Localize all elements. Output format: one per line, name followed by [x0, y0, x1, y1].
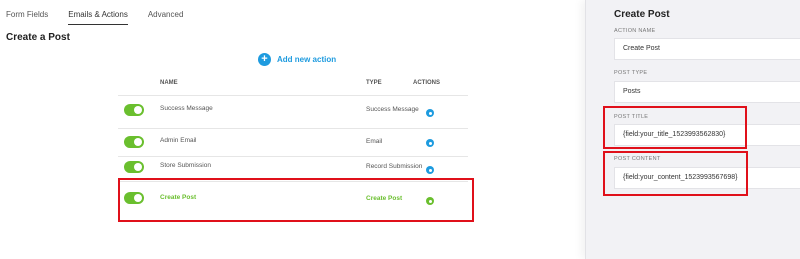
- settings-gear-icon[interactable]: [426, 109, 434, 117]
- add-new-action-label: Add new action: [277, 55, 337, 64]
- post-type-label: POST TYPE: [614, 70, 648, 76]
- action-name: Success Message: [160, 105, 213, 112]
- table-row: Success Message Success Message: [118, 95, 468, 128]
- column-header-name: NAME: [160, 80, 178, 86]
- actions-table-header: NAME TYPE ACTIONS: [0, 80, 585, 92]
- tab-bar: Form Fields Emails & Actions Advanced: [6, 10, 203, 25]
- action-name: Store Submission: [160, 162, 211, 169]
- page-title: Create a Post: [6, 32, 70, 43]
- table-row: Admin Email Email: [118, 128, 468, 156]
- action-type: Success Message: [366, 106, 419, 113]
- column-header-actions: ACTIONS: [413, 80, 440, 86]
- action-name-input[interactable]: Create Post: [614, 38, 800, 60]
- action-type: Record Submission: [366, 163, 423, 170]
- enable-toggle[interactable]: [124, 136, 144, 148]
- action-name: Admin Email: [160, 137, 197, 144]
- enable-toggle[interactable]: [124, 161, 144, 173]
- highlight-box: [603, 106, 747, 149]
- highlight-box: [603, 151, 748, 196]
- action-name-label: ACTION NAME: [614, 28, 656, 34]
- highlight-box: [118, 178, 474, 222]
- add-new-action-button[interactable]: + Add new action: [258, 53, 336, 66]
- action-settings-panel: Create Post ACTION NAME Create Post POST…: [585, 0, 800, 259]
- column-header-type: TYPE: [366, 80, 382, 86]
- post-type-select[interactable]: Posts: [614, 81, 800, 103]
- plus-icon: +: [258, 53, 271, 66]
- action-type: Email: [366, 138, 383, 145]
- panel-title: Create Post: [614, 9, 670, 20]
- settings-gear-icon[interactable]: [426, 166, 434, 174]
- form-builder-main: Form Fields Emails & Actions Advanced Cr…: [0, 0, 585, 259]
- settings-gear-icon[interactable]: [426, 139, 434, 147]
- tab-emails-actions[interactable]: Emails & Actions: [68, 10, 128, 25]
- enable-toggle[interactable]: [124, 104, 144, 116]
- tab-advanced[interactable]: Advanced: [148, 10, 184, 25]
- tab-form-fields[interactable]: Form Fields: [6, 10, 48, 25]
